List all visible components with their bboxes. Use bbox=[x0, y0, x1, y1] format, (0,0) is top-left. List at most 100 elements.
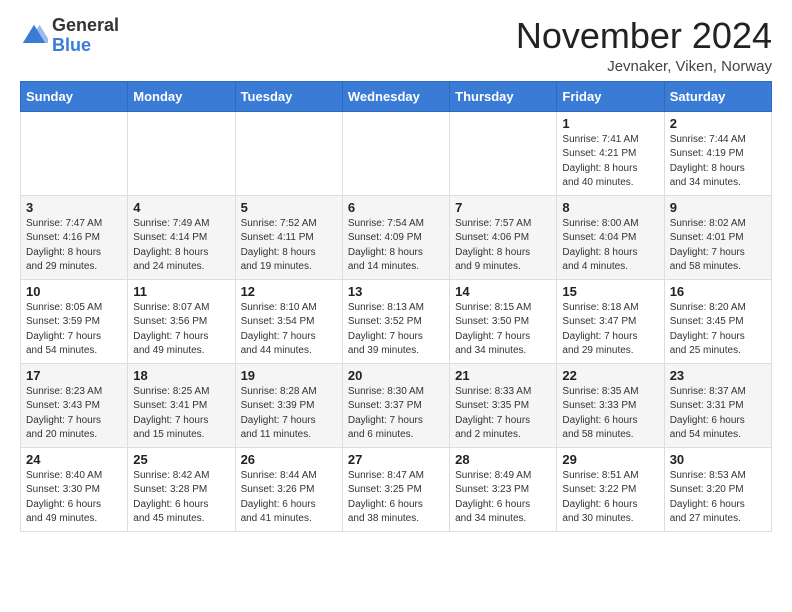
day-info: Sunrise: 8:07 AM Sunset: 3:56 PM Dayligh… bbox=[133, 301, 229, 359]
logo-general: General bbox=[52, 16, 119, 36]
cell-w0-d4 bbox=[450, 111, 557, 195]
day-info: Sunrise: 8:33 AM Sunset: 3:35 PM Dayligh… bbox=[455, 385, 551, 443]
cell-w1-d1: 4Sunrise: 7:49 AM Sunset: 4:14 PM Daylig… bbox=[128, 195, 235, 279]
day-number: 24 bbox=[26, 452, 122, 467]
day-info: Sunrise: 8:28 AM Sunset: 3:39 PM Dayligh… bbox=[241, 385, 337, 443]
day-info: Sunrise: 8:35 AM Sunset: 3:33 PM Dayligh… bbox=[562, 385, 658, 443]
day-number: 5 bbox=[241, 200, 337, 215]
week-row-0: 1 Sunrise: 7:41 AM Sunset: 4:21 PM Daylig… bbox=[21, 111, 772, 195]
day-info: Sunrise: 8:25 AM Sunset: 3:41 PM Dayligh… bbox=[133, 385, 229, 443]
day-info: Sunrise: 8:42 AM Sunset: 3:28 PM Dayligh… bbox=[133, 469, 229, 527]
cell-w4-d1: 25 Sunrise: 8:42 AM Sunset: 3:28 PM Dayli… bbox=[128, 447, 235, 531]
cell-w3-d5: 22 Sunrise: 8:35 AM Sunset: 3:33 PM Dayli… bbox=[557, 363, 664, 447]
col-wednesday: Wednesday bbox=[342, 81, 449, 111]
cell-w4-d3: 27 Sunrise: 8:47 AM Sunset: 3:25 PM Dayli… bbox=[342, 447, 449, 531]
day-number: 2 bbox=[670, 116, 766, 131]
day-number: 9 bbox=[670, 200, 766, 215]
logo-blue: Blue bbox=[52, 36, 119, 56]
cell-w4-d5: 29Sunrise: 8:51 AM Sunset: 3:22 PM Dayli… bbox=[557, 447, 664, 531]
cell-w3-d4: 21 Sunrise: 8:33 AM Sunset: 3:35 PM Dayli… bbox=[450, 363, 557, 447]
page: General Blue November 2024 Jevnaker, Vik… bbox=[0, 0, 792, 542]
cell-w1-d5: 8Sunrise: 8:00 AM Sunset: 4:04 PM Daylig… bbox=[557, 195, 664, 279]
day-info: Sunrise: 8:20 AM Sunset: 3:45 PM Dayligh… bbox=[670, 301, 766, 359]
day-info: Sunrise: 7:49 AM Sunset: 4:14 PM Dayligh… bbox=[133, 217, 229, 275]
day-number: 8 bbox=[562, 200, 658, 215]
cell-w2-d2: 12 Sunrise: 8:10 AM Sunset: 3:54 PM Dayli… bbox=[235, 279, 342, 363]
cell-w1-d3: 6Sunrise: 7:54 AM Sunset: 4:09 PM Daylig… bbox=[342, 195, 449, 279]
col-saturday: Saturday bbox=[664, 81, 771, 111]
location: Jevnaker, Viken, Norway bbox=[516, 58, 772, 75]
calendar-table: Sunday Monday Tuesday Wednesday Thursday… bbox=[20, 81, 772, 532]
day-number: 15 bbox=[562, 284, 658, 299]
day-number: 30 bbox=[670, 452, 766, 467]
header-row: Sunday Monday Tuesday Wednesday Thursday… bbox=[21, 81, 772, 111]
cell-w1-d2: 5 Sunrise: 7:52 AM Sunset: 4:11 PM Daylig… bbox=[235, 195, 342, 279]
cell-w0-d0 bbox=[21, 111, 128, 195]
cell-w1-d4: 7Sunrise: 7:57 AM Sunset: 4:06 PM Daylig… bbox=[450, 195, 557, 279]
day-info: Sunrise: 7:57 AM Sunset: 4:06 PM Dayligh… bbox=[455, 217, 551, 275]
cell-w2-d6: 16 Sunrise: 8:20 AM Sunset: 3:45 PM Dayli… bbox=[664, 279, 771, 363]
day-info: Sunrise: 7:44 AM Sunset: 4:19 PM Dayligh… bbox=[670, 133, 766, 191]
cell-w3-d6: 23 Sunrise: 8:37 AM Sunset: 3:31 PM Dayli… bbox=[664, 363, 771, 447]
logo-text: General Blue bbox=[52, 16, 119, 56]
col-friday: Friday bbox=[557, 81, 664, 111]
cell-w0-d2 bbox=[235, 111, 342, 195]
logo: General Blue bbox=[20, 16, 119, 56]
day-info: Sunrise: 8:44 AM Sunset: 3:26 PM Dayligh… bbox=[241, 469, 337, 527]
cell-w2-d1: 11Sunrise: 8:07 AM Sunset: 3:56 PM Dayli… bbox=[128, 279, 235, 363]
day-number: 14 bbox=[455, 284, 551, 299]
day-info: Sunrise: 8:40 AM Sunset: 3:30 PM Dayligh… bbox=[26, 469, 122, 527]
cell-w2-d4: 14 Sunrise: 8:15 AM Sunset: 3:50 PM Dayli… bbox=[450, 279, 557, 363]
day-info: Sunrise: 8:02 AM Sunset: 4:01 PM Dayligh… bbox=[670, 217, 766, 275]
day-info: Sunrise: 8:53 AM Sunset: 3:20 PM Dayligh… bbox=[670, 469, 766, 527]
day-info: Sunrise: 8:51 AM Sunset: 3:22 PM Dayligh… bbox=[562, 469, 658, 527]
day-number: 3 bbox=[26, 200, 122, 215]
title-block: November 2024 Jevnaker, Viken, Norway bbox=[516, 16, 772, 75]
cell-w0-d6: 2 Sunrise: 7:44 AM Sunset: 4:19 PM Daylig… bbox=[664, 111, 771, 195]
day-number: 18 bbox=[133, 368, 229, 383]
day-number: 23 bbox=[670, 368, 766, 383]
day-number: 21 bbox=[455, 368, 551, 383]
day-number: 28 bbox=[455, 452, 551, 467]
col-monday: Monday bbox=[128, 81, 235, 111]
day-number: 10 bbox=[26, 284, 122, 299]
col-thursday: Thursday bbox=[450, 81, 557, 111]
logo-icon bbox=[20, 22, 48, 50]
day-number: 27 bbox=[348, 452, 444, 467]
week-row-4: 24 Sunrise: 8:40 AM Sunset: 3:30 PM Dayli… bbox=[21, 447, 772, 531]
day-info: Sunrise: 8:37 AM Sunset: 3:31 PM Dayligh… bbox=[670, 385, 766, 443]
day-info: Sunrise: 8:13 AM Sunset: 3:52 PM Dayligh… bbox=[348, 301, 444, 359]
day-info: Sunrise: 7:54 AM Sunset: 4:09 PM Dayligh… bbox=[348, 217, 444, 275]
cell-w4-d2: 26Sunrise: 8:44 AM Sunset: 3:26 PM Dayli… bbox=[235, 447, 342, 531]
week-row-2: 10 Sunrise: 8:05 AM Sunset: 3:59 PM Dayli… bbox=[21, 279, 772, 363]
col-sunday: Sunday bbox=[21, 81, 128, 111]
header: General Blue November 2024 Jevnaker, Vik… bbox=[20, 16, 772, 75]
day-number: 16 bbox=[670, 284, 766, 299]
cell-w2-d5: 15Sunrise: 8:18 AM Sunset: 3:47 PM Dayli… bbox=[557, 279, 664, 363]
week-row-3: 17Sunrise: 8:23 AM Sunset: 3:43 PM Dayli… bbox=[21, 363, 772, 447]
day-info: Sunrise: 7:52 AM Sunset: 4:11 PM Dayligh… bbox=[241, 217, 337, 275]
day-info: Sunrise: 8:23 AM Sunset: 3:43 PM Dayligh… bbox=[26, 385, 122, 443]
day-info: Sunrise: 8:05 AM Sunset: 3:59 PM Dayligh… bbox=[26, 301, 122, 359]
col-tuesday: Tuesday bbox=[235, 81, 342, 111]
day-info: Sunrise: 7:41 AM Sunset: 4:21 PM Dayligh… bbox=[562, 133, 658, 191]
cell-w3-d1: 18 Sunrise: 8:25 AM Sunset: 3:41 PM Dayli… bbox=[128, 363, 235, 447]
cell-w0-d3 bbox=[342, 111, 449, 195]
day-info: Sunrise: 8:15 AM Sunset: 3:50 PM Dayligh… bbox=[455, 301, 551, 359]
day-number: 12 bbox=[241, 284, 337, 299]
day-info: Sunrise: 7:47 AM Sunset: 4:16 PM Dayligh… bbox=[26, 217, 122, 275]
day-number: 20 bbox=[348, 368, 444, 383]
month-title: November 2024 bbox=[516, 16, 772, 56]
cell-w4-d0: 24 Sunrise: 8:40 AM Sunset: 3:30 PM Dayli… bbox=[21, 447, 128, 531]
day-number: 19 bbox=[241, 368, 337, 383]
cell-w3-d0: 17Sunrise: 8:23 AM Sunset: 3:43 PM Dayli… bbox=[21, 363, 128, 447]
day-number: 25 bbox=[133, 452, 229, 467]
day-number: 13 bbox=[348, 284, 444, 299]
day-number: 1 bbox=[562, 116, 658, 131]
day-info: Sunrise: 8:10 AM Sunset: 3:54 PM Dayligh… bbox=[241, 301, 337, 359]
day-number: 22 bbox=[562, 368, 658, 383]
cell-w2-d0: 10 Sunrise: 8:05 AM Sunset: 3:59 PM Dayli… bbox=[21, 279, 128, 363]
cell-w3-d3: 20Sunrise: 8:30 AM Sunset: 3:37 PM Dayli… bbox=[342, 363, 449, 447]
day-info: Sunrise: 8:47 AM Sunset: 3:25 PM Dayligh… bbox=[348, 469, 444, 527]
cell-w1-d6: 9 Sunrise: 8:02 AM Sunset: 4:01 PM Daylig… bbox=[664, 195, 771, 279]
